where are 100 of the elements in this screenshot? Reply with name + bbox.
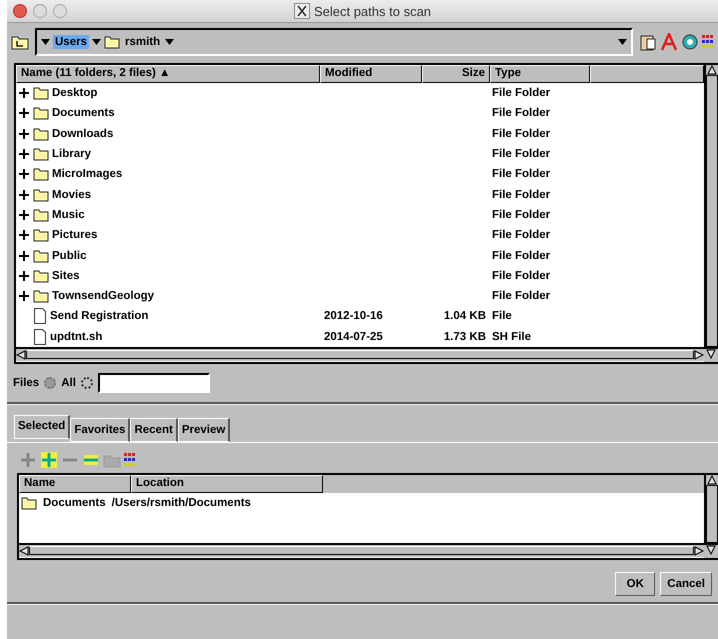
file-type: File Folder bbox=[491, 87, 552, 100]
file-type: File Folder bbox=[491, 168, 552, 180]
folder-up-icon[interactable] bbox=[11, 34, 29, 50]
file-name[interactable]: Library bbox=[52, 148, 91, 160]
dialog-button[interactable]: OK bbox=[615, 572, 656, 596]
file-name[interactable]: TownsendGeology bbox=[52, 290, 154, 302]
path-combo[interactable]: Users rsmith bbox=[35, 28, 633, 56]
path-segment[interactable]: Users bbox=[53, 35, 89, 49]
file-name[interactable]: Pictures bbox=[52, 229, 98, 242]
file-size: 1.73 KB bbox=[442, 330, 487, 343]
dot-grid-icon[interactable] bbox=[702, 33, 714, 51]
file-type: File Folder bbox=[491, 208, 552, 221]
file-name[interactable]: Documents bbox=[52, 107, 115, 120]
column-header[interactable]: Name bbox=[19, 474, 131, 493]
folder-icon bbox=[33, 167, 49, 182]
folder-icon bbox=[21, 496, 37, 510]
folder-icon bbox=[33, 289, 49, 304]
folder-icon bbox=[104, 35, 120, 49]
folder-icon bbox=[33, 126, 49, 141]
file-name[interactable]: Send Registration bbox=[50, 310, 148, 322]
expand-icon[interactable] bbox=[19, 291, 29, 302]
file-type: File Folder bbox=[491, 229, 552, 242]
modified-date: 2014-07-25 bbox=[323, 330, 384, 343]
folder-icon bbox=[33, 147, 49, 162]
document-icon bbox=[33, 308, 47, 324]
file-name[interactable]: Music bbox=[52, 208, 85, 221]
radio-button[interactable] bbox=[80, 376, 93, 389]
file-type: File bbox=[491, 310, 513, 322]
expand-icon[interactable] bbox=[19, 190, 29, 200]
scroll-left-icon[interactable] bbox=[19, 546, 29, 556]
caret-icon[interactable] bbox=[41, 39, 50, 45]
scroll-down-icon[interactable] bbox=[706, 544, 716, 555]
file-type: File Folder bbox=[491, 290, 552, 302]
scroll-up-icon[interactable] bbox=[707, 474, 717, 485]
folder-icon bbox=[33, 106, 49, 120]
scroll-up-icon[interactable] bbox=[707, 65, 717, 75]
file-type: File Folder bbox=[491, 270, 552, 282]
dot-grid-icon[interactable] bbox=[124, 450, 136, 469]
file-name[interactable]: Movies bbox=[52, 188, 91, 201]
expand-icon[interactable] bbox=[19, 108, 29, 118]
path-name[interactable]: Documents bbox=[43, 496, 106, 509]
column-header[interactable]: Location bbox=[131, 474, 323, 493]
pattern-field[interactable] bbox=[98, 372, 210, 393]
file-name[interactable]: Public bbox=[52, 250, 87, 262]
folder-icon bbox=[33, 248, 49, 263]
tab[interactable]: Selected bbox=[14, 414, 70, 439]
caret-icon[interactable] bbox=[92, 39, 101, 45]
expand-icon[interactable] bbox=[19, 250, 29, 261]
caret-icon[interactable] bbox=[165, 39, 174, 45]
column-header[interactable]: Type bbox=[490, 65, 590, 83]
expand-icon[interactable] bbox=[19, 210, 29, 220]
scroll-left-icon[interactable] bbox=[16, 350, 26, 360]
caret-icon[interactable] bbox=[618, 39, 627, 45]
expand-icon[interactable] bbox=[19, 230, 29, 240]
expand-icon[interactable] bbox=[19, 88, 29, 98]
file-name[interactable]: Desktop bbox=[52, 87, 98, 100]
folder-icon bbox=[33, 228, 49, 242]
vertical-scrollbar[interactable] bbox=[704, 65, 718, 347]
expand-icon[interactable] bbox=[19, 270, 29, 281]
folder-icon bbox=[33, 208, 49, 222]
file-type: SH File bbox=[491, 330, 532, 343]
column-header[interactable]: Modified bbox=[320, 65, 422, 83]
window-title: Select paths to scan bbox=[314, 4, 432, 18]
radio-label: All bbox=[61, 376, 76, 389]
path-location: /Users/rsmith/Documents bbox=[112, 496, 251, 509]
document-icon bbox=[33, 328, 47, 345]
file-type: File Folder bbox=[491, 107, 552, 120]
file-size: 1.04 KB bbox=[442, 310, 487, 322]
refresh-icon[interactable] bbox=[681, 33, 699, 51]
column-header[interactable]: Name (11 folders, 2 files) ▲ bbox=[16, 65, 320, 83]
expand-icon[interactable] bbox=[19, 149, 29, 160]
filter-label: Files bbox=[13, 376, 40, 389]
tab[interactable]: Preview bbox=[178, 418, 230, 442]
radio-button[interactable] bbox=[44, 376, 56, 389]
folder-icon bbox=[33, 86, 49, 100]
horizontal-scrollbar[interactable] bbox=[19, 542, 704, 557]
file-type: File Folder bbox=[491, 250, 552, 262]
modified-date: 2012-10-16 bbox=[323, 310, 384, 322]
horizontal-scrollbar[interactable] bbox=[16, 346, 704, 361]
scroll-down-icon[interactable] bbox=[706, 348, 716, 359]
path-segment[interactable]: rsmith bbox=[122, 35, 162, 49]
expand-icon[interactable] bbox=[19, 128, 29, 139]
file-name[interactable]: Downloads bbox=[52, 128, 114, 140]
file-type: File Folder bbox=[491, 188, 552, 201]
vertical-scrollbar[interactable] bbox=[704, 474, 718, 543]
file-type: File Folder bbox=[491, 148, 552, 160]
column-header[interactable]: Size bbox=[422, 65, 490, 83]
clipboard-icon[interactable] bbox=[639, 33, 657, 51]
expand-icon[interactable] bbox=[19, 169, 29, 180]
folder-icon bbox=[33, 268, 49, 283]
tab[interactable]: Favorites bbox=[70, 418, 130, 442]
tab[interactable]: Recent bbox=[130, 418, 178, 442]
x-logo-icon bbox=[294, 3, 310, 19]
file-name[interactable]: Sites bbox=[52, 270, 80, 282]
file-name[interactable]: updtnt.sh bbox=[50, 330, 102, 343]
file-type: File Folder bbox=[491, 128, 552, 140]
file-name[interactable]: MicroImages bbox=[52, 168, 122, 180]
close-button[interactable] bbox=[13, 4, 27, 18]
folder-icon bbox=[33, 188, 49, 202]
dialog-button[interactable]: Cancel bbox=[660, 572, 712, 596]
